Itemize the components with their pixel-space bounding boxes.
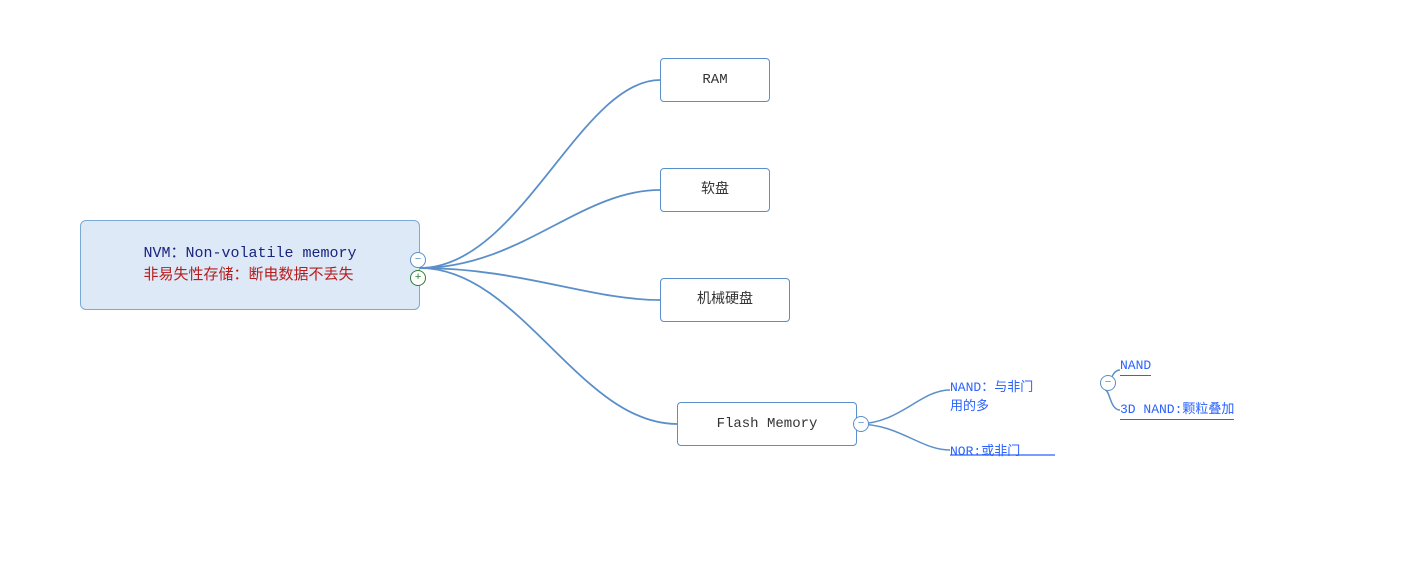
ram-label: RAM <box>702 70 727 91</box>
ram-node: RAM <box>660 58 770 102</box>
flash-toggle[interactable]: − <box>853 416 869 432</box>
flash-node: Flash Memory <box>677 402 857 446</box>
3dnand-child-label: 3D NAND:颗粒叠加 <box>1120 402 1234 417</box>
floppy-node: 软盘 <box>660 168 770 212</box>
root-plus-toggle[interactable]: + <box>410 270 426 286</box>
nand-label-node: NAND：与非门用的多 <box>950 376 1033 414</box>
hdd-label: 机械硬盘 <box>697 290 753 311</box>
root-line2: 非易失性存储：断电数据不丢失 <box>143 265 356 288</box>
nand-group-toggle[interactable]: − <box>1100 375 1116 391</box>
nand-text: NAND：与非门用的多 <box>950 380 1033 414</box>
floppy-label: 软盘 <box>701 180 729 201</box>
root-node: NVM：Non-volatile memory 非易失性存储：断电数据不丢失 <box>80 220 420 310</box>
nand-minus-icon: − <box>1105 377 1112 389</box>
3dnand-child-node: 3D NAND:颗粒叠加 <box>1120 398 1234 420</box>
mind-map-canvas: NVM：Non-volatile memory 非易失性存储：断电数据不丢失 −… <box>0 0 1404 568</box>
flash-minus-icon: − <box>858 418 865 430</box>
hdd-node: 机械硬盘 <box>660 278 790 322</box>
root-minus-icon: − <box>415 254 422 266</box>
nand-child-node: NAND <box>1120 358 1151 376</box>
flash-label: Flash Memory <box>717 414 818 435</box>
nor-label-node: NOR:或非门 <box>950 440 1020 459</box>
nand-child-label: NAND <box>1120 358 1151 373</box>
nor-text: NOR:或非门 <box>950 444 1020 459</box>
root-plus-icon: + <box>415 272 422 284</box>
root-toggle[interactable]: − <box>410 252 426 268</box>
root-line1: NVM：Non-volatile memory <box>143 243 356 266</box>
